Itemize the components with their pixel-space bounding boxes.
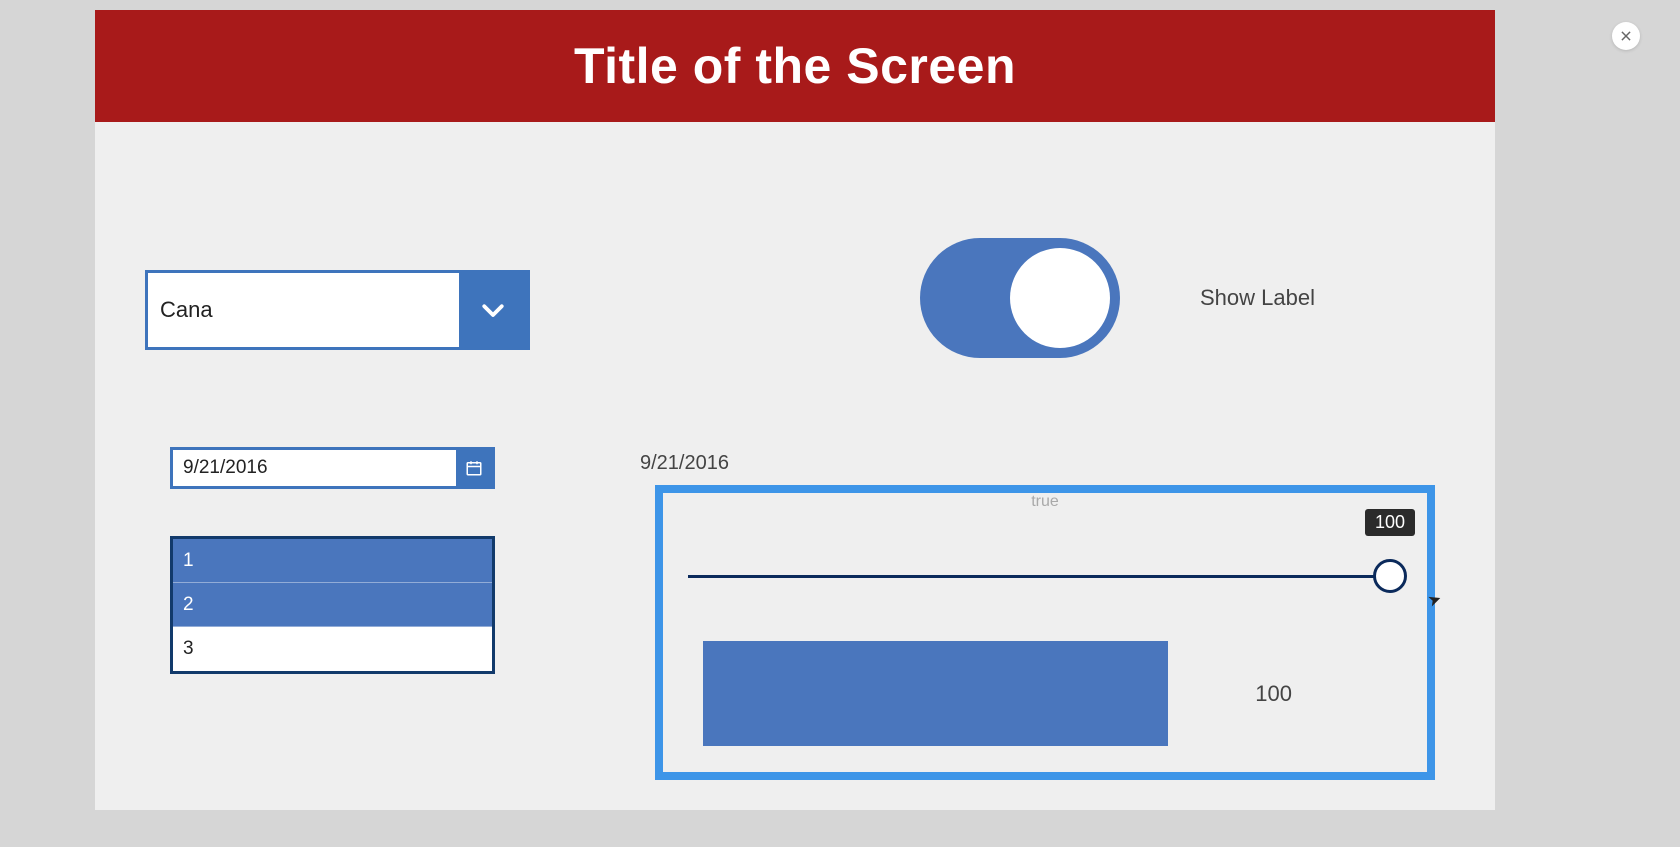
close-icon xyxy=(1619,29,1633,43)
header-bar: Title of the Screen xyxy=(95,10,1495,122)
slider-track[interactable] xyxy=(688,575,1392,578)
dropdown-caret-button[interactable] xyxy=(459,273,527,347)
date-echo-label: 9/21/2016 xyxy=(640,452,729,475)
slider-panel-selected[interactable]: true 100 100 ➤ xyxy=(655,485,1435,780)
gauge-value: 100 xyxy=(1255,681,1292,707)
toggle-label: Show Label xyxy=(1200,285,1315,311)
date-value: 9/21/2016 xyxy=(173,450,456,486)
page-title: Title of the Screen xyxy=(574,37,1016,95)
toggle-group: Show Label xyxy=(920,238,1315,358)
list-item[interactable]: 1 xyxy=(173,539,492,583)
number-listbox[interactable]: 1 2 3 xyxy=(170,536,495,674)
screen-canvas: Title of the Screen Cana Show Label 9/21… xyxy=(95,10,1495,810)
slider-thumb[interactable] xyxy=(1373,559,1407,593)
chevron-down-icon xyxy=(478,295,508,325)
show-label-toggle[interactable] xyxy=(920,238,1120,358)
date-picker-button[interactable] xyxy=(456,450,492,486)
country-dropdown[interactable]: Cana xyxy=(145,270,530,350)
close-button[interactable] xyxy=(1612,22,1640,50)
dropdown-value: Cana xyxy=(148,273,459,347)
list-item[interactable]: 2 xyxy=(173,583,492,627)
toggle-knob xyxy=(1010,248,1110,348)
calendar-icon xyxy=(465,459,483,477)
date-picker[interactable]: 9/21/2016 xyxy=(170,447,495,489)
cursor-icon: ➤ xyxy=(1425,588,1444,611)
gauge-bar xyxy=(703,641,1168,746)
slider-tooltip: 100 xyxy=(1365,509,1415,536)
panel-ghost-label: true xyxy=(1031,493,1059,511)
list-item[interactable]: 3 xyxy=(173,627,492,671)
